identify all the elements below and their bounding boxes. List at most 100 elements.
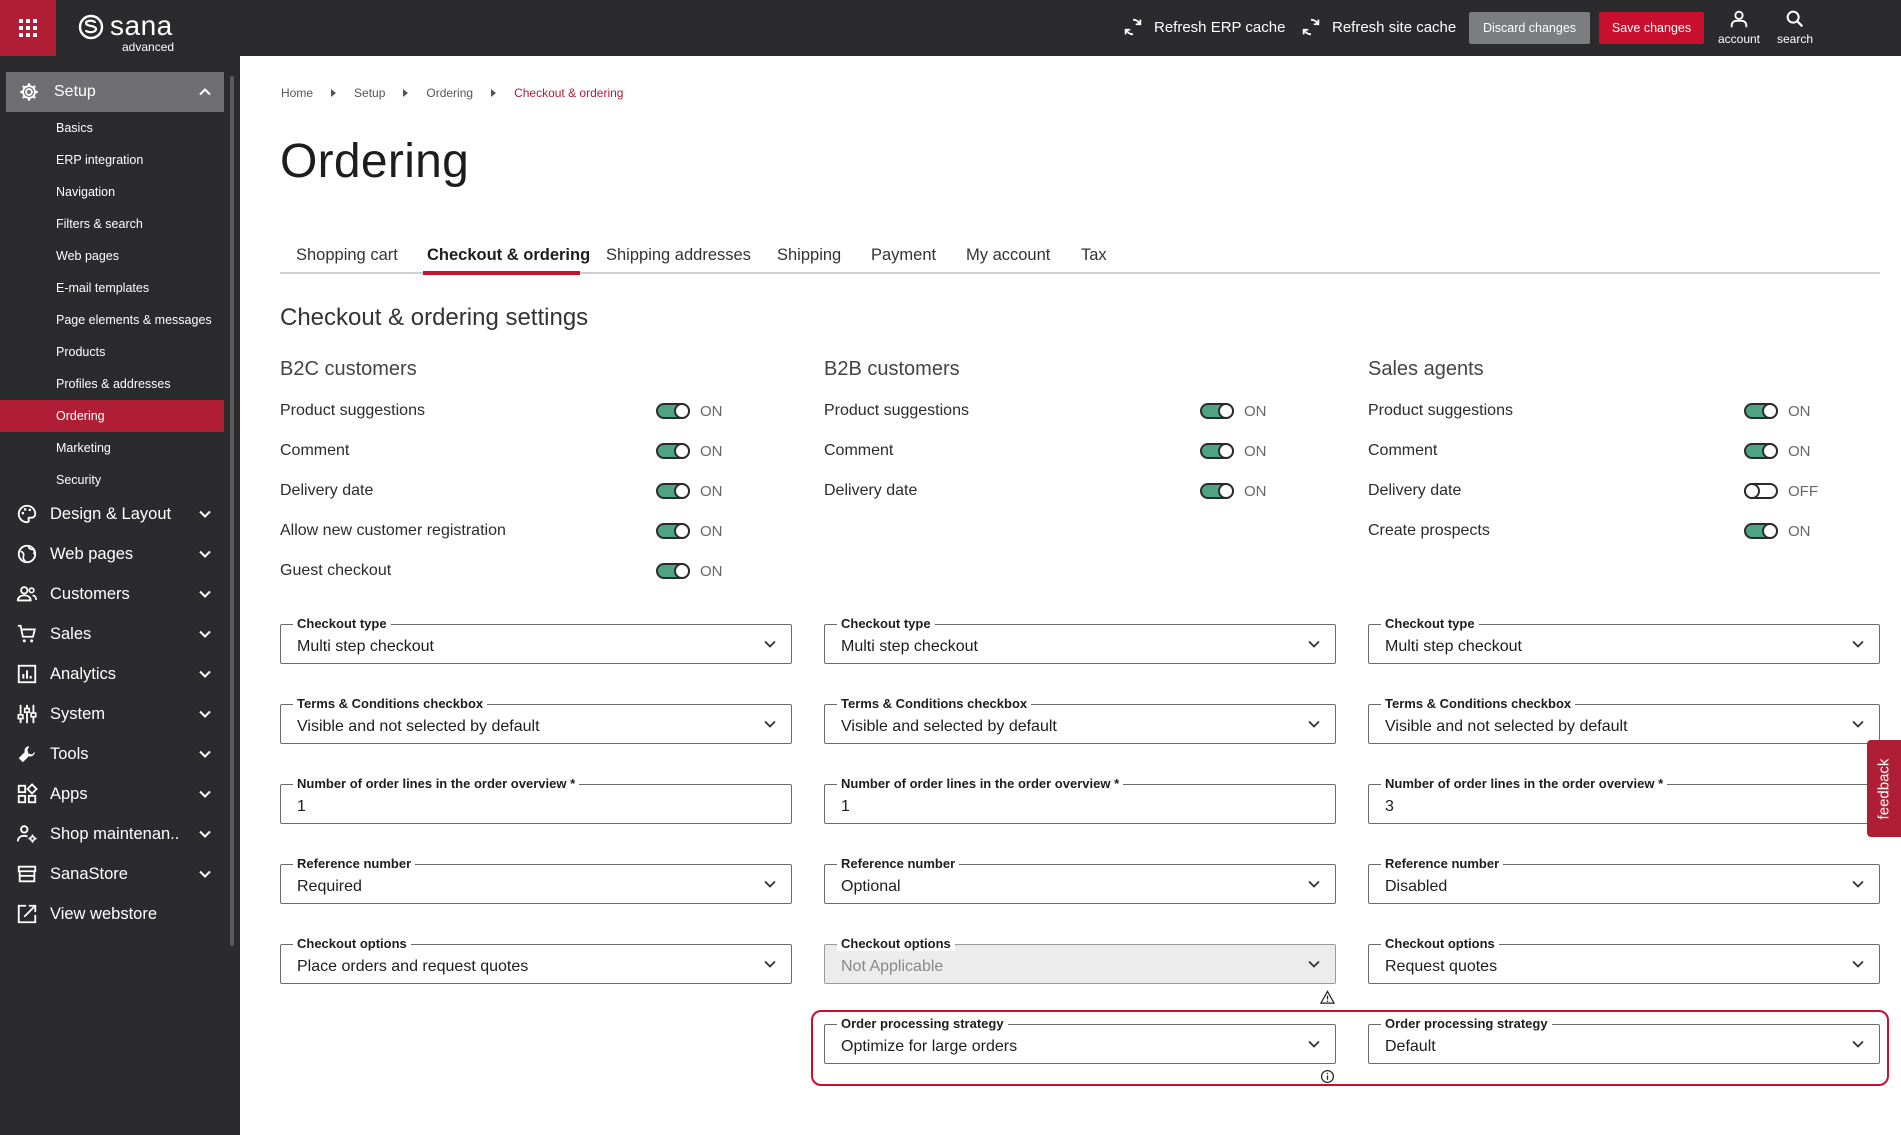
analytics-icon xyxy=(17,664,37,684)
field-value: 1 xyxy=(841,798,850,815)
sidebar-item-view-webstore[interactable]: View webstore xyxy=(0,894,224,934)
search-button[interactable]: search xyxy=(1767,8,1823,46)
order-lines-input[interactable]: Number of order lines in the order overv… xyxy=(1368,776,1880,824)
sidebar-subitem-web-pages[interactable]: Web pages xyxy=(0,240,224,272)
sidebar-item-tools[interactable]: Tools xyxy=(0,734,224,774)
chevron-down-icon xyxy=(199,870,211,878)
toggle-label: Product suggestions xyxy=(1368,402,1513,419)
sidebar-item-shop-maintenance[interactable]: Shop maintenan... xyxy=(0,814,224,854)
warning-icon[interactable] xyxy=(1320,990,1335,1005)
save-changes-button[interactable]: Save changes xyxy=(1599,12,1704,44)
sidebar-subitem-products[interactable]: Products xyxy=(0,336,224,368)
sidebar-subitem-filters-search[interactable]: Filters & search xyxy=(0,208,224,240)
sidebar-subitem-navigation[interactable]: Navigation xyxy=(0,176,224,208)
column-title-b2c: B2C customers xyxy=(280,358,417,380)
discard-changes-button[interactable]: Discard changes xyxy=(1469,12,1590,44)
terms-conditions-select[interactable]: Terms & Conditions checkbox Visible and … xyxy=(824,696,1336,744)
reference-number-select[interactable]: Reference number Disabled xyxy=(1368,856,1880,904)
tab-shopping-cart[interactable]: Shopping cart xyxy=(296,246,398,265)
sidebar-subitem-security[interactable]: Security xyxy=(0,464,224,496)
field-value: Not Applicable xyxy=(841,958,944,975)
gear-icon xyxy=(20,83,38,101)
chevron-down-icon xyxy=(764,960,776,968)
sidebar: Setup Basics ERP integration Navigation … xyxy=(0,56,240,1135)
tab-my-account[interactable]: My account xyxy=(966,246,1050,265)
toggle-row-guest-checkout: Guest checkout ON xyxy=(280,558,740,586)
app-launcher-button[interactable] xyxy=(0,0,56,56)
sidebar-item-design-layout[interactable]: Design & Layout xyxy=(0,494,224,534)
reference-number-select[interactable]: Reference number Required xyxy=(280,856,792,904)
toggle-label: Delivery date xyxy=(824,482,918,499)
column-title-sales-agents: Sales agents xyxy=(1368,358,1484,380)
toggle-switch[interactable] xyxy=(1744,443,1778,459)
toggle-switch[interactable] xyxy=(656,403,690,419)
tab-shipping-addresses[interactable]: Shipping addresses xyxy=(606,246,751,265)
toggle-row-allow-registration: Allow new customer registration ON xyxy=(280,518,740,546)
sidebar-subitem-ordering[interactable]: Ordering xyxy=(0,400,224,432)
sidebar-subitem-erp-integration[interactable]: ERP integration xyxy=(0,144,224,176)
toggle-switch[interactable] xyxy=(1200,403,1234,419)
sidebar-item-web-pages[interactable]: Web pages xyxy=(0,534,224,574)
field-label: Checkout type xyxy=(293,616,391,631)
tab-tax[interactable]: Tax xyxy=(1081,246,1107,265)
sidebar-subitem-marketing[interactable]: Marketing xyxy=(0,432,224,464)
chevron-up-icon[interactable] xyxy=(198,85,212,99)
sidebar-subitem-page-elements[interactable]: Page elements & messages xyxy=(0,304,224,336)
section-title: Checkout & ordering settings xyxy=(280,304,589,331)
toggle-row-product-suggestions: Product suggestions ON xyxy=(824,398,1284,426)
toggle-switch[interactable] xyxy=(656,523,690,539)
sidebar-item-analytics[interactable]: Analytics xyxy=(0,654,224,694)
toggle-switch[interactable] xyxy=(656,443,690,459)
toggle-switch[interactable] xyxy=(1200,443,1234,459)
breadcrumb-home[interactable]: Home xyxy=(281,86,313,100)
sidebar-item-sales[interactable]: Sales xyxy=(0,614,224,654)
checkout-options-select[interactable]: Checkout options Place orders and reques… xyxy=(280,936,792,984)
checkout-type-select[interactable]: Checkout type Multi step checkout xyxy=(824,616,1336,664)
sidebar-item-label: System xyxy=(50,704,106,723)
toggle-state: ON xyxy=(700,443,723,460)
toggle-switch[interactable] xyxy=(656,483,690,499)
breadcrumb-current: Checkout & ordering xyxy=(514,86,624,100)
refresh-icon xyxy=(1302,18,1320,36)
sidebar-item-system[interactable]: System xyxy=(0,694,224,734)
toggle-switch[interactable] xyxy=(1200,483,1234,499)
sidebar-scrollbar[interactable] xyxy=(230,76,234,946)
reference-number-select[interactable]: Reference number Optional xyxy=(824,856,1336,904)
sidebar-item-setup[interactable]: Setup xyxy=(6,72,224,112)
toggle-switch[interactable] xyxy=(656,563,690,579)
tab-checkout-ordering[interactable]: Checkout & ordering xyxy=(427,246,590,265)
terms-conditions-select[interactable]: Terms & Conditions checkbox Visible and … xyxy=(280,696,792,744)
toggle-label: Allow new customer registration xyxy=(280,522,506,539)
field-label: Number of order lines in the order overv… xyxy=(1381,776,1668,791)
checkout-options-select[interactable]: Checkout options Request quotes xyxy=(1368,936,1880,984)
refresh-erp-cache-button[interactable]: Refresh ERP cache xyxy=(1122,16,1285,38)
checkout-type-select[interactable]: Checkout type Multi step checkout xyxy=(280,616,792,664)
toggle-row-comment: Comment ON xyxy=(280,438,740,466)
checkout-type-select[interactable]: Checkout type Multi step checkout xyxy=(1368,616,1880,664)
sana-logo[interactable]: sana advanced xyxy=(78,12,174,54)
sidebar-subitem-email-templates[interactable]: E-mail templates xyxy=(0,272,224,304)
toggle-switch[interactable] xyxy=(1744,523,1778,539)
toggle-label: Comment xyxy=(280,442,350,459)
sidebar-subitem-profiles-addresses[interactable]: Profiles & addresses xyxy=(0,368,224,400)
sidebar-item-apps[interactable]: Apps xyxy=(0,774,224,814)
chevron-down-icon xyxy=(199,590,211,598)
sidebar-item-customers[interactable]: Customers xyxy=(0,574,224,614)
tab-payment[interactable]: Payment xyxy=(871,246,936,265)
sidebar-subitem-basics[interactable]: Basics xyxy=(0,112,224,144)
feedback-tab[interactable]: feedback xyxy=(1867,740,1901,837)
terms-conditions-select[interactable]: Terms & Conditions checkbox Visible and … xyxy=(1368,696,1880,744)
toggle-switch[interactable] xyxy=(1744,483,1778,499)
sidebar-item-label: SanaStore xyxy=(50,864,128,883)
tab-shipping[interactable]: Shipping xyxy=(777,246,841,265)
breadcrumb-setup[interactable]: Setup xyxy=(354,86,385,100)
apps-icon xyxy=(17,783,38,804)
account-button[interactable]: account xyxy=(1711,8,1767,46)
order-lines-input[interactable]: Number of order lines in the order overv… xyxy=(280,776,792,824)
chevron-down-icon xyxy=(199,670,211,678)
toggle-switch[interactable] xyxy=(1744,403,1778,419)
refresh-site-cache-button[interactable]: Refresh site cache xyxy=(1300,16,1456,38)
breadcrumb-ordering[interactable]: Ordering xyxy=(426,86,473,100)
order-lines-input[interactable]: Number of order lines in the order overv… xyxy=(824,776,1336,824)
sidebar-item-sanastore[interactable]: SanaStore xyxy=(0,854,224,894)
